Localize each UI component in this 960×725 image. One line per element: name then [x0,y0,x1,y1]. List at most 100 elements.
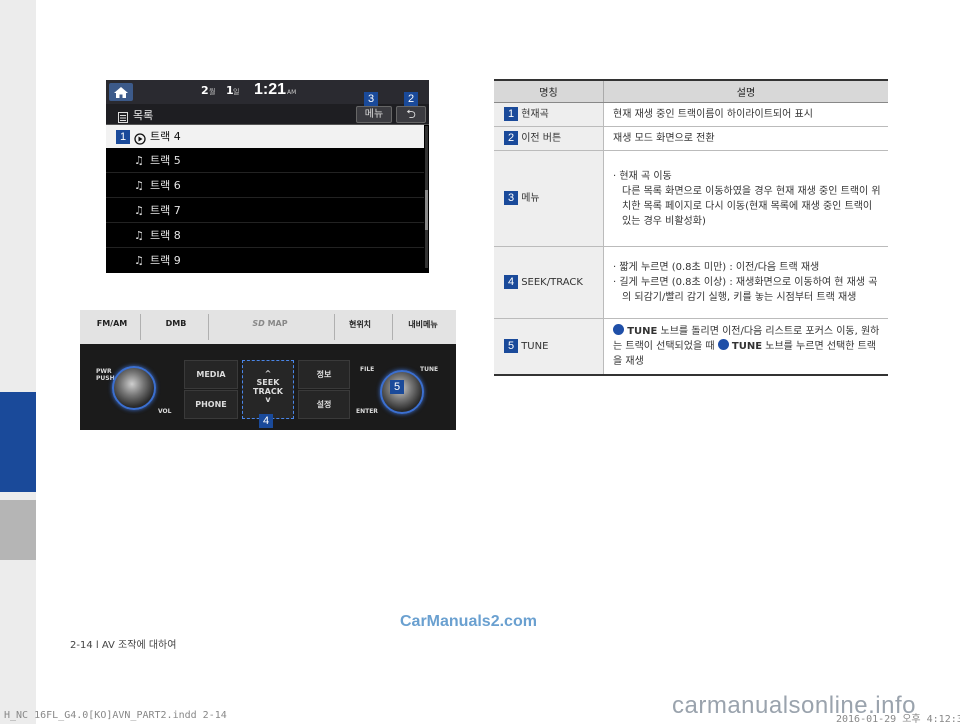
nav-menu-button[interactable]: 내비메뉴 [398,319,448,330]
pwr-push-label: PWR PUSH [96,368,115,382]
track-item[interactable]: ♫ 트랙 9 [106,249,424,272]
page-footer: 2-14 l AV 조작에 대하여 [70,640,177,651]
table-cell-name: 3 메뉴 [494,150,604,247]
track-item[interactable]: ♫ 트랙 7 [106,199,424,223]
chevron-up-icon: ^ [264,369,272,378]
clock-ampm: AM [287,89,297,96]
description-table: 명칭 설명 1 현재곡 현재 재생 중인 트랙이름이 하이라이트되어 표시 2 … [494,79,888,376]
watermark-top: CarManuals2.com [400,613,537,630]
bullet-item: · 짧게 누르면 (0.8초 미만) : 이전/다음 트랙 재생 [613,262,820,273]
table-cell-name: 2 이전 버튼 [494,126,604,151]
row-marker: 5 [504,338,518,353]
print-info-left: H_NC 16FL_G4.0[KO]AVN_PART2.indd 2-14 [4,710,227,721]
settings-button[interactable]: 설정 [298,390,350,419]
sidebar-active-tab [0,392,36,492]
row-marker: 3 [504,191,518,205]
current-location-button[interactable]: 현위치 [342,319,378,330]
divider [334,314,335,340]
track-item[interactable]: ♫ 트랙 6 [106,174,424,198]
volume-power-knob[interactable] [112,366,156,410]
list-header: 목록 메뉴 ⮌ [106,104,429,125]
print-info-right: 2016-01-29 오후 4:12:3 [836,714,960,725]
track-item[interactable]: ♫ 트랙 8 [106,224,424,248]
back-icon: ⮌ [406,107,416,121]
tune-label: TUNE [731,340,763,352]
music-note-icon: ♫ [134,229,144,242]
control-panel: FM/AM DMB SD MAP 현위치 내비메뉴 PWR PUSH VOL M… [80,310,456,430]
media-button[interactable]: MEDIA [184,360,238,389]
callout-1: 1 [116,130,130,144]
tune-knob-icon [613,323,624,335]
sidebar-tab [0,500,36,560]
table-cell-desc: · 현재 곡 이동 다른 목록 화면으로 이동하였을 경우 현재 재생 중인 트… [603,150,888,247]
enter-label: ENTER [356,408,378,415]
phone-button[interactable]: PHONE [184,390,238,419]
callout-5: 5 [390,380,404,394]
tune-label: TUNE [420,366,439,373]
callout-3: 3 [364,92,378,106]
music-note-icon: ♫ [134,254,144,267]
chevron-down-icon: v [265,395,271,404]
divider [392,314,393,340]
music-note-icon: ♫ [134,154,144,167]
map-button[interactable]: SD MAP [240,319,300,328]
table-row: 4 SEEK/TRACK · 짧게 누르면 (0.8초 미만) : 이전/다음 … [494,246,888,319]
tune-knob-icon [717,338,729,350]
table-row: 5 TUNE TUNE 노브를 돌리면 이전/다음 리스트로 포커스 이동, 원… [494,318,888,376]
table-cell-desc: 재생 모드 화면으로 전환 [603,126,888,151]
date-month: 2 [201,84,209,97]
clock-time: 1:21 [254,81,287,98]
table-cell-desc: · 짧게 누르면 (0.8초 미만) : 이전/다음 트랙 재생 · 길게 누르… [603,246,888,319]
home-button[interactable] [109,83,133,101]
divider [140,314,141,340]
divider [208,314,209,340]
back-button[interactable]: ⮌ [396,106,426,123]
track-label: 트랙 8 [150,229,181,242]
vol-label: VOL [158,408,172,415]
table-row: 1 현재곡 현재 재생 중인 트랙이름이 하이라이트되어 표시 [494,102,888,127]
table-cell-name: 5 TUNE [494,318,604,376]
track-label: 트랙 4 [150,130,181,143]
bullet-item: · 길게 누르면 (0.8초 이상) : 재생화면으로 이동하여 현 재생 곡의… [613,277,878,303]
table-header-row: 명칭 설명 [494,79,888,103]
tune-label: TUNE [627,325,658,337]
row-marker: 1 [504,107,518,121]
fm-am-button[interactable]: FM/AM [92,319,132,328]
track-item-current[interactable]: 트랙 4 [106,125,424,148]
track-label: 트랙 9 [150,254,181,267]
row-marker: 4 [504,275,518,289]
info-button[interactable]: 정보 [298,360,350,389]
scrollbar-thumb[interactable] [425,190,428,230]
track-item[interactable]: ♫ 트랙 5 [106,149,424,173]
page-sidebar [0,0,36,724]
track-label: 트랙 6 [150,179,181,192]
callout-2: 2 [404,92,418,106]
panel-top-buttons: FM/AM DMB SD MAP 현위치 내비메뉴 [80,310,456,344]
menu-button[interactable]: 메뉴 [356,106,392,123]
home-icon [114,87,128,98]
callout-4: 4 [259,414,273,428]
bullet-item: · 현재 곡 이동 [613,170,672,182]
seek-track-label: SEEK TRACK [253,378,283,396]
table-header-desc: 설명 [603,79,888,103]
dmb-button[interactable]: DMB [158,319,194,328]
status-bar: 2 월 1 일 1:21 AM [106,80,429,104]
table-cell-name: 1 현재곡 [494,102,604,127]
table-row: 2 이전 버튼 재생 모드 화면으로 전환 [494,126,888,151]
track-label: 트랙 7 [150,204,181,217]
table-row: 3 메뉴 · 현재 곡 이동 다른 목록 화면으로 이동하였을 경우 현재 재생… [494,150,888,247]
track-label: 트랙 5 [150,154,181,167]
table-cell-desc: 현재 재생 중인 트랙이름이 하이라이트되어 표시 [603,102,888,127]
table-cell-desc: TUNE 노브를 돌리면 이전/다음 리스트로 포커스 이동, 원하는 트랙이 … [603,318,888,376]
music-note-icon: ♫ [134,179,144,192]
date-day-unit: 일 [233,88,240,96]
list-title: 목록 [133,109,154,122]
head-unit-screen: 2 월 1 일 1:21 AM 목록 메뉴 ⮌ 트랙 4 ♫ 트랙 5 ♫ 트랙… [106,80,429,273]
seek-track-button[interactable]: ^ SEEK TRACK v [242,360,294,419]
bullet-detail: 다른 목록 화면으로 이동하였을 경우 현재 재생 중인 트랙이 위치한 목록 … [622,185,881,227]
table-header-name: 명칭 [494,79,604,103]
table-cell-name: 4 SEEK/TRACK [494,246,604,319]
file-label: FILE [360,366,375,373]
date-month-unit: 월 [209,88,216,96]
music-note-icon: ♫ [134,204,144,217]
